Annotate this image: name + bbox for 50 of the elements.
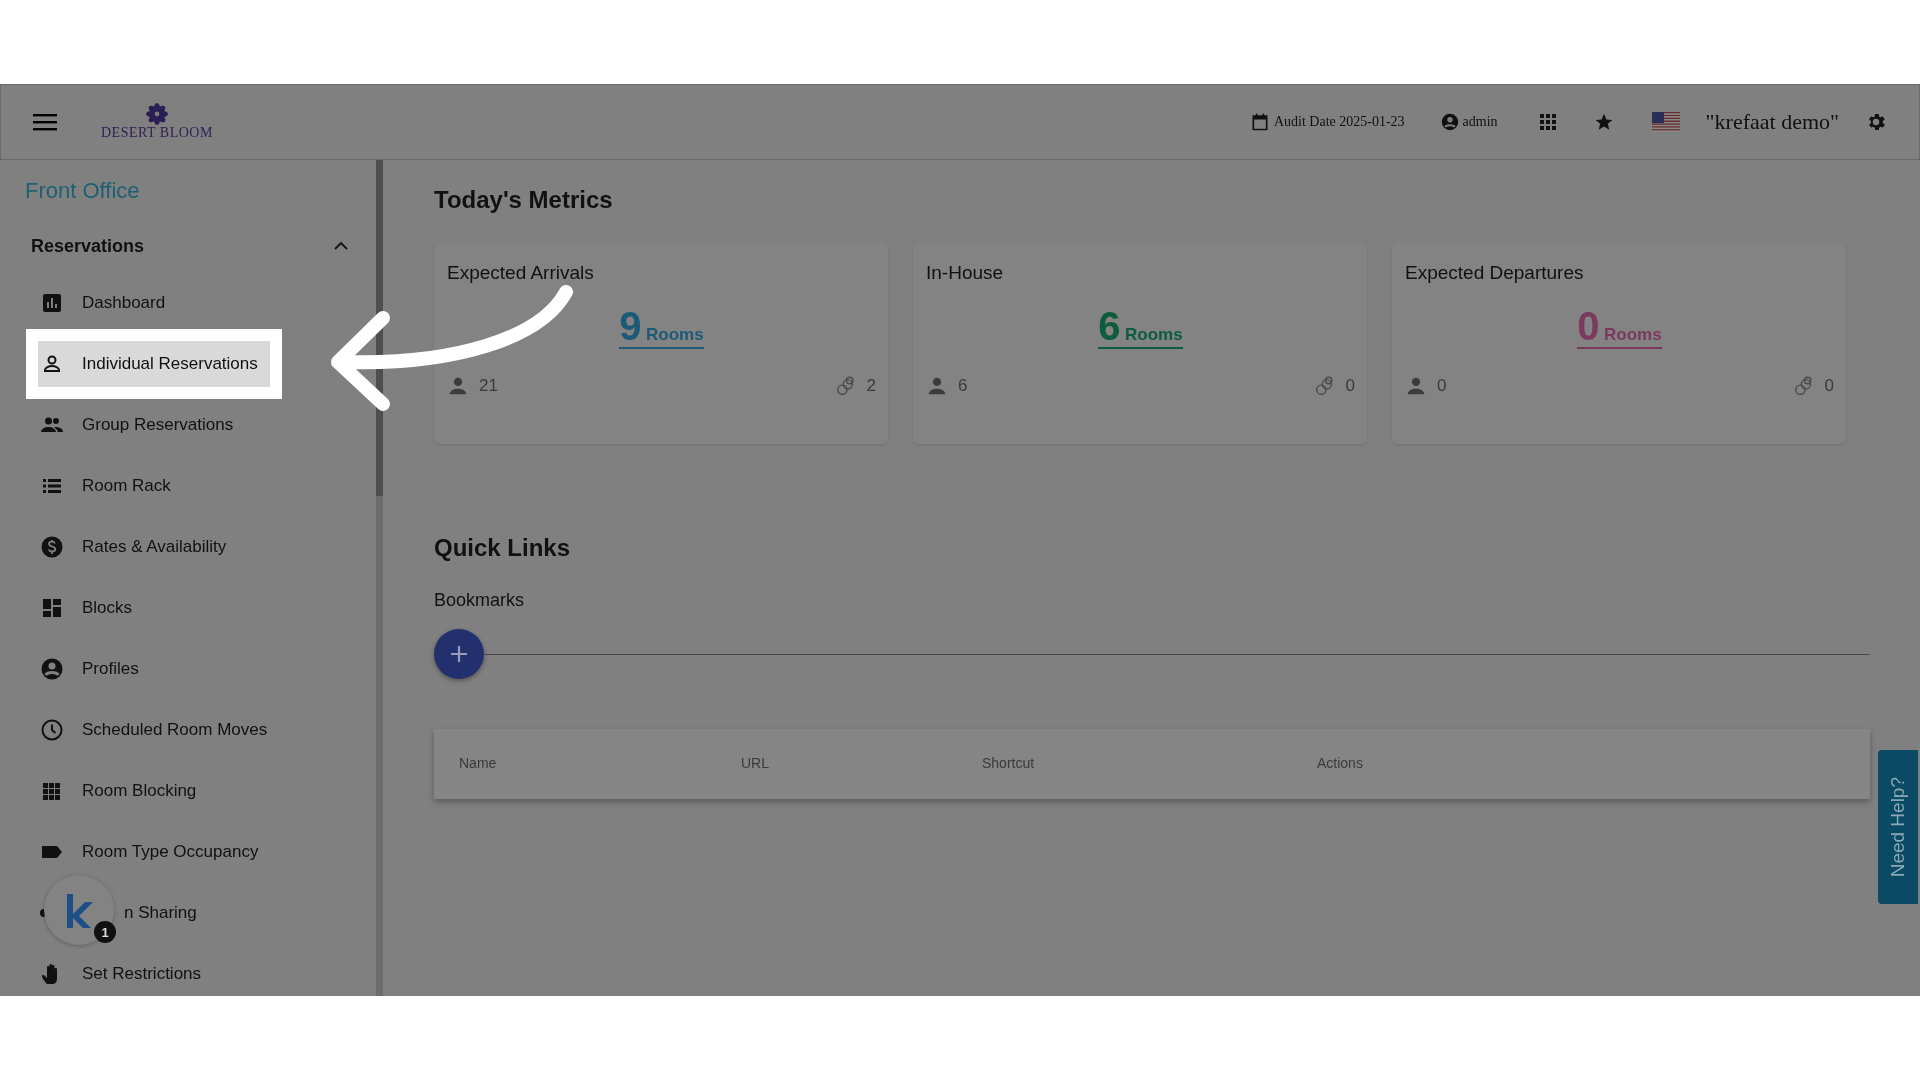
add-button[interactable] xyxy=(434,629,484,679)
sidebar-title: Front Office xyxy=(24,177,141,205)
section-title: Today's Metrics xyxy=(434,186,614,214)
sidebar-item[interactable]: Profiles xyxy=(38,645,151,692)
plus-icon xyxy=(449,644,469,664)
person-icon xyxy=(926,375,948,397)
person-icon xyxy=(447,375,469,397)
sidebar-item[interactable]: Scheduled Room Moves xyxy=(38,706,280,753)
section-title: Quick Links xyxy=(434,534,572,562)
notification-badge: 1 xyxy=(94,921,116,943)
sidebar-item[interactable]: Group Reservations xyxy=(38,401,246,448)
sidebar-item[interactable]: Rates & Availability xyxy=(38,523,239,570)
sidebar-item[interactable]: Blocks xyxy=(38,584,145,631)
person-icon xyxy=(1405,375,1427,397)
audit-date: Audit Date 2025-01-23 xyxy=(1273,114,1405,130)
sidebar-item[interactable]: Dashboard xyxy=(38,279,178,326)
user-name: admin xyxy=(1462,114,1498,130)
sidebar-item[interactable]: Room Blocking xyxy=(38,767,209,814)
sidebar-item[interactable]: Set Restrictions xyxy=(38,950,214,996)
column-header: Actions xyxy=(1317,755,1363,771)
section-header[interactable]: Reservations xyxy=(31,232,145,260)
sidebar-item[interactable]: Room Type Occupancy xyxy=(38,828,271,875)
linked-count: 0 xyxy=(1824,376,1834,396)
bookmarks-label: Bookmarks xyxy=(434,590,526,611)
help-tab[interactable]: Need Help? xyxy=(1878,750,1918,904)
assistant-widget[interactable]: 1 xyxy=(44,875,114,945)
logo-text: DESERT BLOOM xyxy=(101,125,213,141)
linked-count: 2 xyxy=(866,376,876,396)
account-icon xyxy=(40,656,64,681)
linked-rings-icon xyxy=(1313,375,1336,397)
account-icon xyxy=(1440,113,1459,131)
logo[interactable]: DESERT BLOOM xyxy=(101,103,213,141)
card-title: In-House xyxy=(926,262,1005,284)
scrollbar[interactable] xyxy=(376,160,383,996)
linked-rings-icon xyxy=(1792,375,1815,397)
chevron-up-icon[interactable] xyxy=(334,241,348,250)
column-header: Shortcut xyxy=(982,755,1035,771)
column-header: Name xyxy=(459,755,497,771)
dollar-icon xyxy=(40,534,64,559)
sidebar-item[interactable]: Room Rack xyxy=(38,462,183,509)
guest-count: 21 xyxy=(479,376,498,396)
guest-count: 6 xyxy=(958,376,968,396)
linked-rings-icon xyxy=(834,375,857,397)
column-header: URL xyxy=(741,755,769,771)
card-title: Expected Departures xyxy=(1405,262,1585,284)
clock-icon xyxy=(40,717,64,742)
card-title: Expected Arrivals xyxy=(447,262,595,284)
property-name: "krefaat demo" xyxy=(1705,109,1839,135)
guest-count: 0 xyxy=(1437,376,1447,396)
linked-count: 0 xyxy=(1345,376,1355,396)
